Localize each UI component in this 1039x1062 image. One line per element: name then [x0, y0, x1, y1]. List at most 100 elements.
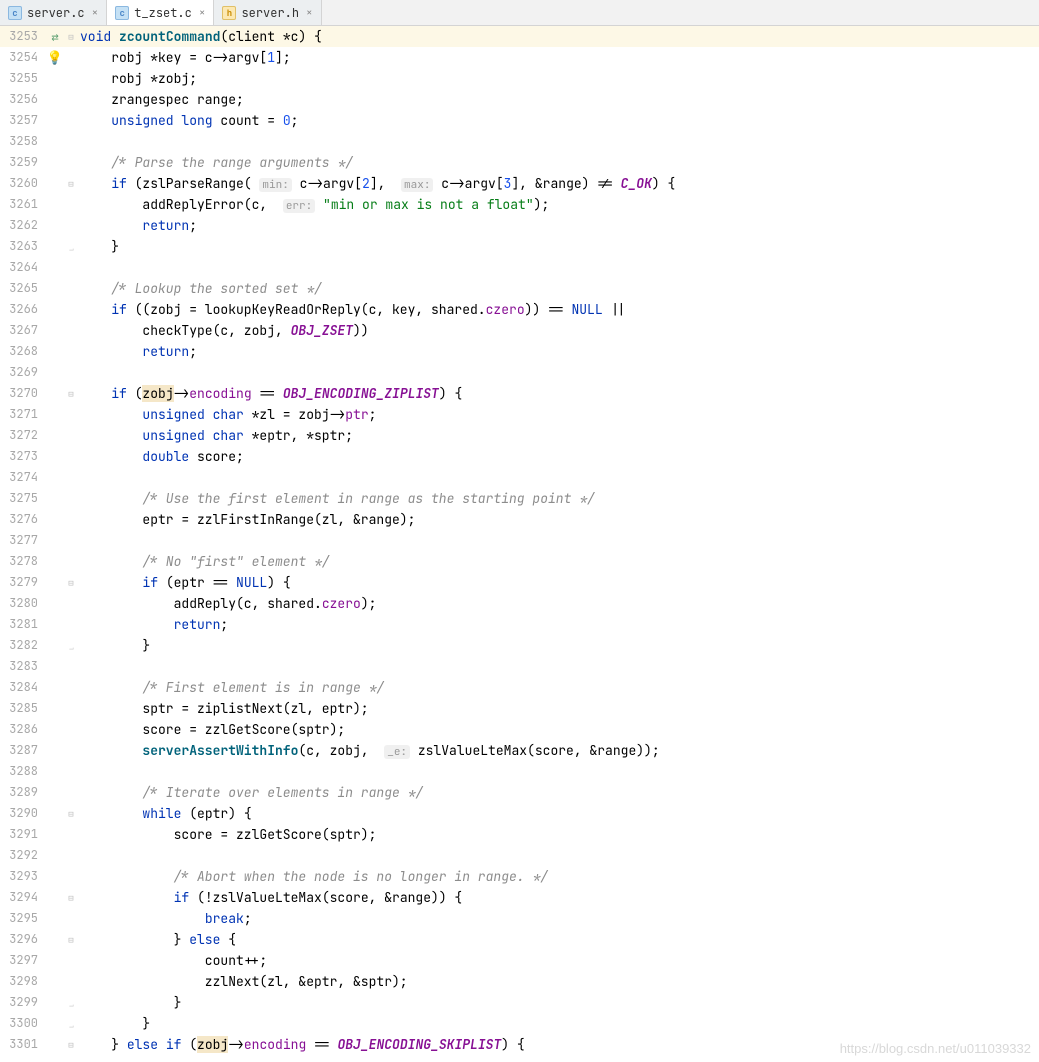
- code-line[interactable]: 3275 /* Use the first element in range a…: [0, 488, 1039, 509]
- code-line[interactable]: 3259 /* Parse the range arguments */: [0, 152, 1039, 173]
- code-content[interactable]: [78, 257, 1039, 278]
- fold-end-icon[interactable]: [69, 240, 74, 253]
- code-line[interactable]: 3286 score = zzlGetScore(sptr);: [0, 719, 1039, 740]
- code-content[interactable]: /* First element is in range */: [78, 677, 1039, 698]
- code-line[interactable]: 3287 serverAssertWithInfo(c, zobj, _e: z…: [0, 740, 1039, 761]
- fold-marker[interactable]: [64, 1034, 78, 1055]
- code-content[interactable]: if (eptr == NULL) {: [78, 572, 1039, 593]
- code-line[interactable]: 3285 sptr = ziplistNext(zl, eptr);: [0, 698, 1039, 719]
- code-content[interactable]: return;: [78, 341, 1039, 362]
- code-line[interactable]: 3290 while (eptr) {: [0, 803, 1039, 824]
- code-content[interactable]: }: [78, 236, 1039, 257]
- fold-collapse-icon[interactable]: [68, 177, 73, 190]
- code-line[interactable]: 3266 if ((zobj = lookupKeyReadOrReply(c,…: [0, 299, 1039, 320]
- code-line[interactable]: 3264: [0, 257, 1039, 278]
- code-line[interactable]: 3253⇄void zcountCommand(client *c) {: [0, 26, 1039, 47]
- code-line[interactable]: 3279 if (eptr == NULL) {: [0, 572, 1039, 593]
- fold-marker[interactable]: [64, 929, 78, 950]
- close-icon[interactable]: ×: [306, 6, 313, 20]
- fold-collapse-icon[interactable]: [68, 933, 73, 946]
- code-line[interactable]: 3301 } else if (zobj->encoding == OBJ_EN…: [0, 1034, 1039, 1055]
- code-line[interactable]: 3270 if (zobj->encoding == OBJ_ENCODING_…: [0, 383, 1039, 404]
- code-line[interactable]: 3257 unsigned long count = 0;: [0, 110, 1039, 131]
- fold-marker[interactable]: [64, 383, 78, 404]
- code-line[interactable]: 3293 /* Abort when the node is no longer…: [0, 866, 1039, 887]
- code-content[interactable]: unsigned char *eptr, *sptr;: [78, 425, 1039, 446]
- tab-server-h[interactable]: hserver.h×: [214, 0, 321, 25]
- fold-marker[interactable]: [64, 26, 78, 47]
- code-content[interactable]: addReplyError(c, err: "min or max is not…: [78, 194, 1039, 215]
- fold-marker[interactable]: [64, 236, 78, 257]
- code-content[interactable]: return;: [78, 614, 1039, 635]
- code-content[interactable]: unsigned char *zl = zobj->ptr;: [78, 404, 1039, 425]
- swap-icon[interactable]: ⇄: [51, 29, 58, 45]
- code-line[interactable]: 3273 double score;: [0, 446, 1039, 467]
- code-content[interactable]: checkType(c, zobj, OBJ_ZSET)): [78, 320, 1039, 341]
- code-line[interactable]: 3269: [0, 362, 1039, 383]
- code-content[interactable]: unsigned long count = 0;: [78, 110, 1039, 131]
- code-line[interactable]: 3274: [0, 467, 1039, 488]
- code-line[interactable]: 3262 return;: [0, 215, 1039, 236]
- code-line[interactable]: 3281 return;: [0, 614, 1039, 635]
- code-content[interactable]: [78, 467, 1039, 488]
- fold-end-icon[interactable]: [69, 639, 74, 652]
- code-content[interactable]: [78, 656, 1039, 677]
- fold-collapse-icon[interactable]: [68, 576, 73, 589]
- code-line[interactable]: 3299 }: [0, 992, 1039, 1013]
- code-content[interactable]: if ((zobj = lookupKeyReadOrReply(c, key,…: [78, 299, 1039, 320]
- code-content[interactable]: void zcountCommand(client *c) {: [78, 26, 1039, 47]
- close-icon[interactable]: ×: [92, 6, 99, 20]
- code-content[interactable]: /* Use the first element in range as the…: [78, 488, 1039, 509]
- code-content[interactable]: if (!zslValueLteMax(score, &range)) {: [78, 887, 1039, 908]
- code-content[interactable]: }: [78, 635, 1039, 656]
- code-content[interactable]: while (eptr) {: [78, 803, 1039, 824]
- gutter-marker[interactable]: 💡: [46, 47, 64, 68]
- code-content[interactable]: count++;: [78, 950, 1039, 971]
- code-content[interactable]: }: [78, 1013, 1039, 1034]
- fold-marker[interactable]: [64, 803, 78, 824]
- fold-collapse-icon[interactable]: [68, 1038, 73, 1051]
- fold-collapse-icon[interactable]: [68, 807, 73, 820]
- code-line[interactable]: 3297 count++;: [0, 950, 1039, 971]
- close-icon[interactable]: ×: [199, 6, 206, 20]
- code-content[interactable]: /* No "first" element */: [78, 551, 1039, 572]
- code-line[interactable]: 3276 eptr = zzlFirstInRange(zl, &range);: [0, 509, 1039, 530]
- fold-marker[interactable]: [64, 572, 78, 593]
- code-content[interactable]: score = zzlGetScore(sptr);: [78, 824, 1039, 845]
- fold-marker[interactable]: [64, 635, 78, 656]
- code-content[interactable]: robj *key = c->argv[1];: [78, 47, 1039, 68]
- code-content[interactable]: /* Lookup the sorted set */: [78, 278, 1039, 299]
- code-content[interactable]: [78, 530, 1039, 551]
- code-content[interactable]: zrangespec range;: [78, 89, 1039, 110]
- code-line[interactable]: 3296 } else {: [0, 929, 1039, 950]
- code-line[interactable]: 3294 if (!zslValueLteMax(score, &range))…: [0, 887, 1039, 908]
- code-content[interactable]: /* Abort when the node is no longer in r…: [78, 866, 1039, 887]
- code-line[interactable]: 3268 return;: [0, 341, 1039, 362]
- code-content[interactable]: serverAssertWithInfo(c, zobj, _e: zslVal…: [78, 740, 1039, 761]
- code-line[interactable]: 3271 unsigned char *zl = zobj->ptr;: [0, 404, 1039, 425]
- code-line[interactable]: 3267 checkType(c, zobj, OBJ_ZSET)): [0, 320, 1039, 341]
- code-content[interactable]: if (zslParseRange( min: c->argv[2], max:…: [78, 173, 1039, 194]
- fold-end-icon[interactable]: [69, 996, 74, 1009]
- tab-t_zset-c[interactable]: ct_zset.c×: [107, 0, 214, 25]
- code-line[interactable]: 3254💡 robj *key = c->argv[1];: [0, 47, 1039, 68]
- fold-marker[interactable]: [64, 992, 78, 1013]
- tab-server-c[interactable]: cserver.c×: [0, 0, 107, 25]
- code-content[interactable]: double score;: [78, 446, 1039, 467]
- code-content[interactable]: return;: [78, 215, 1039, 236]
- code-line[interactable]: 3278 /* No "first" element */: [0, 551, 1039, 572]
- code-line[interactable]: 3298 zzlNext(zl, &eptr, &sptr);: [0, 971, 1039, 992]
- code-content[interactable]: if (zobj->encoding == OBJ_ENCODING_ZIPLI…: [78, 383, 1039, 404]
- code-line[interactable]: 3260 if (zslParseRange( min: c->argv[2],…: [0, 173, 1039, 194]
- code-line[interactable]: 3272 unsigned char *eptr, *sptr;: [0, 425, 1039, 446]
- code-line[interactable]: 3265 /* Lookup the sorted set */: [0, 278, 1039, 299]
- code-line[interactable]: 3289 /* Iterate over elements in range *…: [0, 782, 1039, 803]
- code-line[interactable]: 3283: [0, 656, 1039, 677]
- code-content[interactable]: break;: [78, 908, 1039, 929]
- code-line[interactable]: 3258: [0, 131, 1039, 152]
- code-line[interactable]: 3291 score = zzlGetScore(sptr);: [0, 824, 1039, 845]
- code-content[interactable]: [78, 761, 1039, 782]
- code-content[interactable]: score = zzlGetScore(sptr);: [78, 719, 1039, 740]
- fold-marker[interactable]: [64, 887, 78, 908]
- code-line[interactable]: 3295 break;: [0, 908, 1039, 929]
